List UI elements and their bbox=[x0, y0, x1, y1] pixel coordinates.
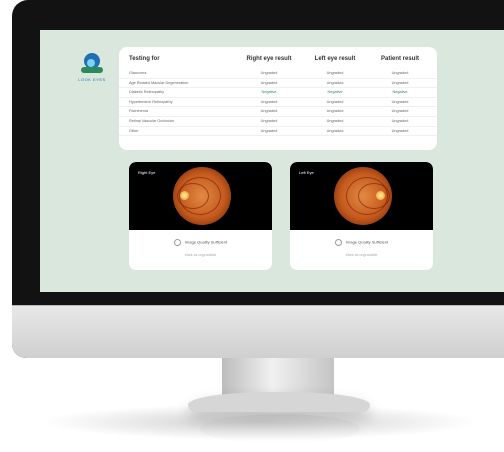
left-eye-title: Left Eye bbox=[299, 170, 314, 175]
left-eye-image[interactable]: Left Eye bbox=[290, 162, 433, 230]
fundus-image bbox=[173, 167, 231, 225]
test-name: Diabetic Retinopathy bbox=[129, 90, 165, 95]
header-testing-for: Testing for bbox=[129, 56, 160, 62]
left-result: Ungraded bbox=[326, 109, 344, 114]
header-left-eye: Left eye result bbox=[314, 56, 356, 62]
mark-ungradable-link[interactable]: Mark as ungradable bbox=[129, 253, 272, 257]
right-eye-panel: Right Eye Image Quality Sufficient Mark … bbox=[129, 162, 272, 270]
test-name: Age Related Macular Degeneration bbox=[129, 80, 189, 85]
patient-result: Ungraded bbox=[391, 109, 409, 114]
patient-result: Ungraded bbox=[391, 99, 409, 104]
left-result: Negative bbox=[327, 90, 343, 95]
test-name: Glaucoma bbox=[129, 71, 147, 75]
right-result: Ungraded bbox=[260, 71, 278, 75]
table-row: Pachinema Ungraded Ungraded Ungraded bbox=[119, 107, 437, 117]
patient-result: Ungraded bbox=[391, 71, 409, 75]
left-result: Ungraded bbox=[326, 80, 344, 85]
header-right-eye: Right eye result bbox=[246, 56, 292, 62]
stand-reflection bbox=[200, 414, 360, 444]
table-row: Retinal Vascular Occlusion Ungraded Ungr… bbox=[119, 117, 437, 127]
eye-drop-icon bbox=[80, 49, 104, 75]
screen: LOOK EYES Testing for Right eye result L… bbox=[40, 30, 504, 292]
header-patient: Patient result bbox=[380, 56, 419, 62]
quality-label: Image Quality Sufficient bbox=[345, 239, 389, 245]
right-eye-title: Right Eye bbox=[138, 170, 156, 175]
fundus-image bbox=[334, 167, 392, 225]
results-rows: Glaucoma Ungraded Ungraded Ungraded Age … bbox=[119, 69, 437, 137]
monitor-chin bbox=[12, 305, 504, 358]
right-result: Ungraded bbox=[260, 128, 278, 133]
monitor: LOOK EYES Testing for Right eye result L… bbox=[12, 0, 504, 358]
radio-button[interactable] bbox=[334, 239, 342, 246]
patient-result: Ungraded bbox=[391, 128, 409, 133]
test-name: Hypertensive Retinopathy bbox=[129, 99, 173, 104]
table-row: Glaucoma Ungraded Ungraded Ungraded bbox=[119, 69, 437, 79]
right-result: Ungraded bbox=[260, 80, 278, 85]
monitor-base bbox=[188, 392, 370, 412]
mark-ungradable-link[interactable]: Mark as ungradable bbox=[290, 253, 433, 257]
results-card: Testing for Right eye result Left eye re… bbox=[119, 47, 437, 150]
test-name: Other bbox=[129, 128, 139, 133]
patient-result: Negative bbox=[392, 90, 408, 95]
patient-result: Ungraded bbox=[391, 80, 409, 85]
right-quality-option[interactable]: Image Quality Sufficient bbox=[129, 239, 272, 246]
radio-button[interactable] bbox=[173, 239, 181, 246]
table-row: Hypertensive Retinopathy Ungraded Ungrad… bbox=[119, 98, 437, 108]
test-name: Retinal Vascular Occlusion bbox=[129, 118, 175, 123]
left-result: Ungraded bbox=[326, 118, 344, 123]
test-name: Pachinema bbox=[129, 109, 148, 114]
right-result: Ungraded bbox=[260, 109, 278, 114]
table-row: Diabetic Retinopathy Negative Negative N… bbox=[119, 88, 437, 98]
right-result: Ungraded bbox=[260, 118, 278, 123]
logo-text: LOOK EYES bbox=[78, 77, 106, 82]
right-result: Ungraded bbox=[260, 99, 278, 104]
monitor-stand bbox=[222, 358, 334, 396]
right-result: Negative bbox=[261, 90, 277, 95]
right-eye-image[interactable]: Right Eye bbox=[129, 162, 272, 230]
left-result: Ungraded bbox=[326, 99, 344, 104]
left-eye-panel: Left Eye Image Quality Sufficient Mark a… bbox=[290, 162, 433, 270]
patient-result: Ungraded bbox=[391, 118, 409, 123]
table-row: Age Related Macular Degeneration Ungrade… bbox=[119, 79, 437, 89]
app-logo[interactable]: LOOK EYES bbox=[74, 49, 110, 82]
table-row: Other Ungraded Ungraded Ungraded bbox=[119, 127, 437, 137]
left-result: Ungraded bbox=[326, 71, 344, 75]
left-result: Ungraded bbox=[326, 128, 344, 133]
quality-label: Image Quality Sufficient bbox=[184, 239, 228, 245]
left-quality-option[interactable]: Image Quality Sufficient bbox=[290, 239, 433, 246]
